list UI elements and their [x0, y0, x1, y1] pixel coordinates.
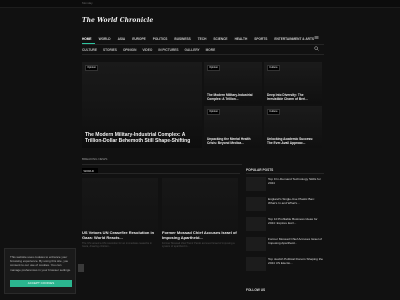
tile-title[interactable]: Deep Into Diversity: The Irresistible Ch…: [267, 93, 319, 101]
tile-title[interactable]: Unpacking the Mental Health Crisis: Beyo…: [207, 137, 259, 145]
post-thumbnail[interactable]: [246, 237, 266, 251]
accept-cookies-button[interactable]: ACCEPT COOKIES: [10, 280, 72, 287]
post-title[interactable]: England's Single-Use Plastic Ban: What's…: [268, 197, 324, 205]
nav-item-in-pictures[interactable]: IN PICTURES: [158, 48, 178, 52]
hero-title[interactable]: The Modern Military-Industrial Complex: …: [85, 132, 199, 144]
article-card-title[interactable]: US Vetoes UN Ceasefire Resolution in Gaz…: [82, 230, 158, 240]
nav-item-home[interactable]: HOME: [82, 37, 92, 41]
cookie-message: This website uses cookies to enhance you…: [10, 255, 71, 272]
section-divider: [82, 173, 240, 174]
nav-divider-secondary: [82, 54, 324, 55]
article-card-excerpt: The US vetoed a UN resolution for an imm…: [82, 242, 152, 248]
cookie-banner: This website uses cookies to enhance you…: [4, 248, 76, 294]
tile-title[interactable]: Unlocking Academic Success: The Ever-Ava…: [267, 137, 319, 145]
nav-item-stories[interactable]: STORIES: [103, 48, 117, 52]
menu-icon[interactable]: [314, 35, 319, 40]
follow-us-heading: FOLLOW US: [246, 288, 266, 292]
featured-tile[interactable]: Culture Deep Into Diversity: The Irresis…: [264, 62, 322, 104]
tile-title[interactable]: The Modern Military-Industrial Complex: …: [207, 93, 259, 101]
nav-item-health[interactable]: HEALTH: [235, 37, 248, 41]
tile-category-tag[interactable]: Opinion: [207, 109, 221, 115]
hero-category-tag[interactable]: Opinion: [85, 65, 99, 71]
nav-item-tech[interactable]: TECH: [198, 37, 207, 41]
featured-tile[interactable]: Opinion Unpacking the Mental Health Cris…: [204, 106, 262, 148]
post-thumbnail[interactable]: [246, 197, 266, 211]
nav-item-asia[interactable]: ASIA: [118, 37, 126, 41]
popular-post-item[interactable]: Top 9 In-Demand Technology Skills for 20…: [246, 177, 324, 192]
logo-row: The World Chronicle: [0, 8, 400, 34]
article-card-image[interactable]: [82, 178, 158, 236]
scroll-indicator: [78, 264, 84, 272]
site-logo[interactable]: The World Chronicle: [82, 17, 153, 24]
sidebar-heading: POPULAR POSTS: [246, 168, 274, 172]
social-icons: [298, 1, 318, 5]
featured-tile[interactable]: Culture Unlocking Academic Success: The …: [264, 106, 322, 148]
nav-item-more[interactable]: MORE: [206, 48, 216, 52]
nav-item-gallery[interactable]: GALLERY: [185, 48, 200, 52]
post-title[interactable]: Top 9 In-Demand Technology Skills for 20…: [268, 177, 324, 185]
secondary-nav: CULTURE STORIES OPINION VIDEO IN PICTURE…: [82, 45, 318, 54]
popular-post-item[interactable]: Top Jewish Political Donors Shaping the …: [246, 257, 324, 272]
post-thumbnail[interactable]: [246, 217, 266, 231]
nav-item-culture[interactable]: CULTURE: [82, 48, 97, 52]
post-thumbnail[interactable]: [246, 257, 266, 271]
tile-category-tag[interactable]: Culture: [267, 65, 280, 71]
nav-item-opinion[interactable]: OPINION: [123, 48, 136, 52]
popular-post-item[interactable]: Top 10 Profitable Business Ideas for 202…: [246, 217, 324, 232]
sidebar-divider: [246, 173, 324, 174]
tile-category-tag[interactable]: Opinion: [207, 65, 221, 71]
search-icon[interactable]: [314, 46, 319, 51]
breaking-news-label: BREAKING NEWS: [82, 157, 108, 161]
date-label: Monday: [82, 1, 93, 5]
tile-category-tag[interactable]: Culture: [267, 109, 280, 115]
nav-item-politics[interactable]: POLITICS: [153, 37, 168, 41]
post-title[interactable]: Top Jewish Political Donors Shaping the …: [268, 257, 324, 265]
hero-article[interactable]: Opinion The Modern Military-Industrial C…: [82, 62, 202, 148]
post-thumbnail[interactable]: [246, 177, 266, 191]
top-utility-bar: Monday: [0, 0, 400, 8]
article-card-image[interactable]: [162, 178, 238, 236]
post-title[interactable]: Former Mossad Chief Accuses Israel of Im…: [268, 237, 324, 245]
nav-item-sports[interactable]: SPORTS: [254, 37, 267, 41]
nav-item-video[interactable]: VIDEO: [142, 48, 152, 52]
nav-item-entertainment[interactable]: ENTERTAINMENT & ARTS: [274, 37, 314, 41]
featured-tile[interactable]: Opinion The Modern Military-Industrial C…: [204, 62, 262, 104]
post-title[interactable]: Top 10 Profitable Business Ideas for 202…: [268, 217, 324, 225]
primary-nav: HOME WORLD ASIA EUROPE POLITICS BUSINESS…: [82, 34, 318, 44]
popular-post-item[interactable]: England's Single-Use Plastic Ban: What's…: [246, 197, 324, 212]
nav-item-europe[interactable]: EUROPE: [132, 37, 145, 41]
nav-item-science[interactable]: SCIENCE: [213, 37, 227, 41]
popular-post-item[interactable]: Former Mossad Chief Accuses Israel of Im…: [246, 237, 324, 252]
nav-item-world[interactable]: WORLD: [99, 37, 111, 41]
article-card-title[interactable]: Former Mossad Chief Accuses Israel of Im…: [162, 230, 238, 240]
breaking-divider: [82, 164, 242, 165]
nav-item-business[interactable]: BUSINESS: [174, 37, 190, 41]
article-card-excerpt: Former Mossad chief Tamir Pardo accused …: [162, 242, 235, 248]
